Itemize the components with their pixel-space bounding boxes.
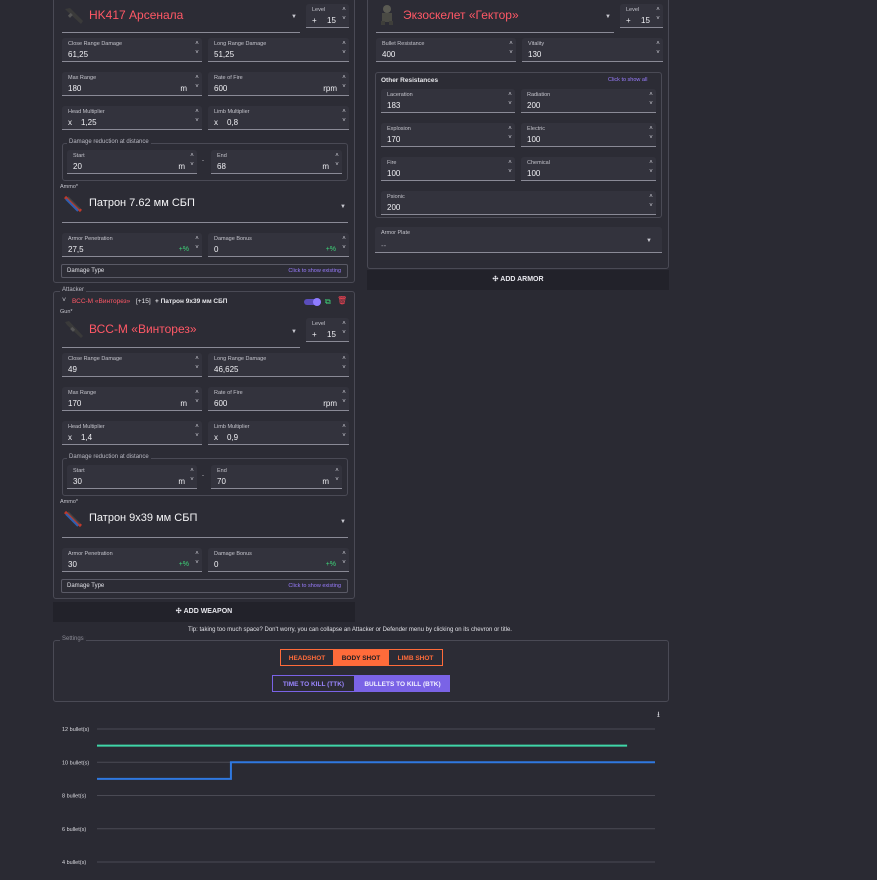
- exoskeleton-icon: [376, 4, 398, 26]
- weapon1-head-mult-field[interactable]: Head Multiplier x 1,25 ˄ ˅: [62, 106, 202, 130]
- armor-plate-field[interactable]: Armor Plate -- ▼: [375, 227, 662, 253]
- vss-gun-icon: [62, 318, 86, 342]
- attacker2-ammo-name[interactable]: Патрон 9x39 мм СБП: [89, 512, 197, 524]
- limbshot-button[interactable]: LIMB SHOT: [388, 649, 443, 666]
- weapon1-start-field[interactable]: Start 20 m ˄ ˅: [67, 150, 197, 174]
- attacker2-header-level: [+15]: [136, 298, 151, 305]
- y-tick-label: 4 bullet(s): [62, 860, 86, 866]
- other-res-label: Other Resistances: [381, 77, 439, 84]
- other-res-link[interactable]: Click to show all: [608, 77, 647, 83]
- armor-plate-dropdown-icon[interactable]: ▼: [646, 238, 652, 244]
- headshot-button[interactable]: HEADSHOT: [280, 649, 334, 666]
- weapon1-dmg-bonus-field[interactable]: Damage Bonus 0 +% ˄ ˅: [208, 233, 349, 257]
- delete-icon[interactable]: 🗑: [337, 296, 347, 305]
- weapon1-dropdown-icon[interactable]: ▼: [291, 14, 297, 20]
- attacker2-limb-mult-field[interactable]: Limb Multiplier x 0,9 ˄ ˅: [208, 421, 349, 445]
- ammo-9x39-icon: [62, 508, 84, 530]
- weapon1-close-range-field[interactable]: Close Range Damage 61,25 ˄ ˅: [62, 38, 202, 62]
- attacker2-dropdown-icon[interactable]: ▼: [291, 329, 297, 335]
- weapon1-level-stepper[interactable]: ˄ ˅: [341, 6, 347, 24]
- attacker2-dmg-bonus-field[interactable]: Damage Bonus 0 +% ˄ ˅: [208, 548, 349, 572]
- plus-icon: ✣: [492, 276, 499, 283]
- explosion-field[interactable]: Explosion 170 ˄ ˅: [381, 123, 515, 147]
- weapon1-max-range-field[interactable]: Max Range 180 m ˄ ˅: [62, 72, 202, 96]
- plus-icon: ✣: [175, 608, 182, 615]
- attacker2-max-range-field[interactable]: Max Range 170 m ˄ ˅: [62, 387, 202, 411]
- y-tick-label: 6 bullet(s): [62, 827, 86, 833]
- attacker2-long-range-field[interactable]: Long Range Damage 46,625 ˄ ˅: [208, 353, 349, 377]
- attacker2-rof-field[interactable]: Rate of Fire 600 rpm ˄ ˅: [208, 387, 349, 411]
- fire-field[interactable]: Fire 100 ˄ ˅: [381, 157, 515, 181]
- ttk-button[interactable]: TIME TO KILL (TTK): [272, 675, 355, 692]
- attacker2-level-field[interactable]: Level + 15 ˄ ˅: [306, 318, 349, 342]
- add-armor-button[interactable]: ✣ ADD ARMOR: [367, 270, 669, 290]
- attacker2-head-mult-field[interactable]: Head Multiplier x 1,4 ˄ ˅: [62, 421, 202, 445]
- radiation-field[interactable]: Radiation 200 ˄ ˅: [521, 89, 656, 113]
- weapon1-damage-type-bar[interactable]: Damage Type Click to show existing: [61, 264, 348, 278]
- electric-field[interactable]: Electric 100 ˄ ˅: [521, 123, 656, 147]
- attacker2-toggle[interactable]: [304, 298, 321, 306]
- hk417-gun-icon: [62, 4, 86, 28]
- psionic-field[interactable]: Psionic 200 ˄ ˅: [381, 191, 656, 215]
- btk-button[interactable]: BULLETS TO KILL (BTK): [355, 675, 450, 692]
- attacker2-ammo-dropdown-icon[interactable]: ▼: [340, 519, 346, 525]
- armor-bullet-res-field[interactable]: Bullet Resistance 400 ˄ ˅: [376, 38, 516, 62]
- weapon1-end-field[interactable]: End 68 m ˄ ˅: [211, 150, 342, 174]
- attacker2-close-range-field[interactable]: Close Range Damage 49 ˄ ˅: [62, 353, 202, 377]
- weapon1-limb-mult-field[interactable]: Limb Multiplier x 0,8 ˄ ˅: [208, 106, 349, 130]
- bodyshot-button[interactable]: BODY SHOT: [334, 649, 388, 666]
- attacker2-armor-pen-field[interactable]: Armor Penetration 30 +% ˄ ˅: [62, 548, 202, 572]
- armor-dropdown-icon[interactable]: ▼: [605, 14, 611, 20]
- attacker2-start-field[interactable]: Start 30 m ˄ ˅: [67, 465, 197, 489]
- copy-icon[interactable]: ⧉: [325, 297, 331, 307]
- tip-text: Tip: taking too much space? Don't worry,…: [188, 627, 512, 633]
- series-line-2: [97, 761, 655, 780]
- weapon1-long-range-field[interactable]: Long Range Damage 51,25 ˄ ˅: [208, 38, 349, 62]
- y-tick-label: 12 bullet(s): [62, 727, 89, 733]
- attacker2-name[interactable]: ВСС-М «Винторез»: [89, 322, 197, 336]
- ammo-762-icon: [62, 193, 84, 215]
- weapon1-armor-pen-field[interactable]: Armor Penetration 27,5 +% ˄ ˅: [62, 233, 202, 257]
- weapon1-name[interactable]: HK417 Арсенала: [89, 8, 183, 22]
- add-weapon-button[interactable]: ✣ ADD WEAPON: [53, 602, 355, 622]
- laceration-field[interactable]: Laceration 183 ˄ ˅: [381, 89, 515, 113]
- armor-vitality-field[interactable]: Vitality 130 ˄ ˅: [522, 38, 663, 62]
- weapon1-ammo-dropdown-icon[interactable]: ▼: [340, 204, 346, 210]
- attacker2-end-field[interactable]: End 70 m ˄ ˅: [211, 465, 342, 489]
- attacker2-legend: Attacker: [60, 287, 87, 293]
- y-tick-label: 10 bullet(s): [62, 760, 89, 766]
- armor-level-field[interactable]: Level + 15 ˄ ˅: [620, 4, 663, 28]
- attacker2-header-ammo: + Патрон 9x39 мм СБП: [155, 298, 228, 305]
- chemical-field[interactable]: Chemical 100 ˄ ˅: [521, 157, 656, 181]
- y-tick-label: 8 bullet(s): [62, 794, 86, 800]
- weapon1-ammo-name[interactable]: Патрон 7.62 мм СБП: [89, 197, 195, 209]
- weapon1-reduction-legend: Damage reduction at distance: [67, 139, 151, 145]
- attacker2-collapse-chevron-icon[interactable]: ˅: [62, 297, 66, 304]
- btk-chart: 12 bullet(s) 10 bullet(s) 8 bullet(s) 6 bul…: [62, 727, 655, 866]
- attacker2-header-name[interactable]: ВСС-М «Винторез»: [72, 298, 130, 305]
- armor-name[interactable]: Экзоскелет «Гектор»: [403, 8, 519, 22]
- weapon1-level-field[interactable]: Level + 15 ˄ ˅: [306, 4, 349, 28]
- attacker2-damage-type-bar[interactable]: Damage Type Click to show existing: [61, 579, 348, 593]
- weapon1-rof-field[interactable]: Rate of Fire 600 rpm ˄ ˅: [208, 72, 349, 96]
